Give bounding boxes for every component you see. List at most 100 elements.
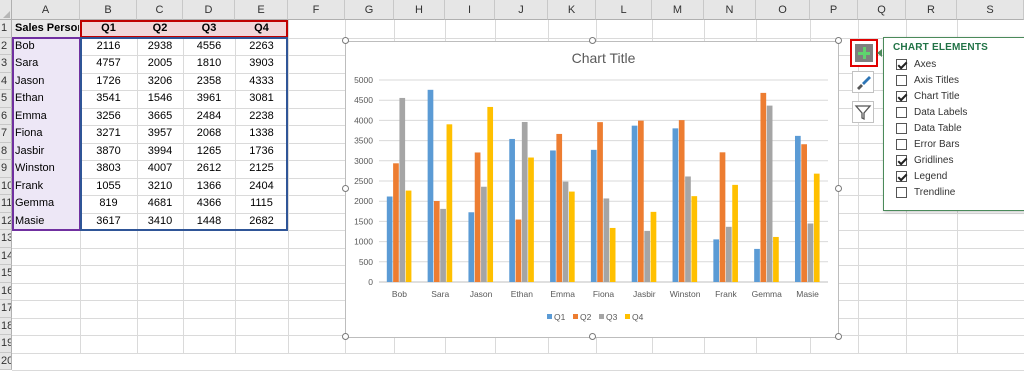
cell-sales-person[interactable]: Winston [13, 160, 79, 178]
cell-value[interactable]: 2068 [184, 125, 234, 143]
column-header-a[interactable]: A [12, 0, 80, 20]
cell-sales-person[interactable]: Emma [13, 108, 79, 126]
cell-value[interactable]: 1546 [138, 90, 182, 108]
cell-value[interactable]: 4007 [138, 160, 182, 178]
cell-value[interactable]: 3870 [81, 143, 136, 161]
column-header-e[interactable]: E [235, 0, 288, 20]
cell-sales-person[interactable]: Jason [13, 73, 79, 91]
cell-sales-person[interactable]: Jasbir [13, 143, 79, 161]
cell-value[interactable]: 3903 [236, 55, 287, 73]
header-q4[interactable]: Q4 [236, 20, 287, 38]
header-q1[interactable]: Q1 [81, 20, 136, 38]
cell-value[interactable]: 4366 [184, 195, 234, 213]
resize-handle[interactable] [835, 185, 842, 192]
resize-handle[interactable] [589, 37, 596, 44]
checkbox[interactable] [896, 75, 907, 86]
cell-value[interactable]: 3961 [184, 90, 234, 108]
cell-value[interactable]: 1265 [184, 143, 234, 161]
checkbox[interactable] [896, 187, 907, 198]
column-header-l[interactable]: L [596, 0, 652, 20]
row-header-7[interactable]: 7 [0, 125, 12, 143]
column-header-o[interactable]: O [756, 0, 810, 20]
cell-value[interactable]: 2116 [81, 38, 136, 56]
cell-value[interactable]: 2005 [138, 55, 182, 73]
cell-value[interactable]: 4681 [138, 195, 182, 213]
resize-handle[interactable] [835, 37, 842, 44]
column-header-d[interactable]: D [183, 0, 235, 20]
column-header-h[interactable]: H [394, 0, 445, 20]
column-header-i[interactable]: I [445, 0, 495, 20]
header-q3[interactable]: Q3 [184, 20, 234, 38]
header-sales-person[interactable]: Sales Person [13, 20, 79, 38]
row-header-12[interactable]: 12 [0, 212, 12, 230]
cell-value[interactable]: 3994 [138, 143, 182, 161]
checkbox[interactable] [896, 171, 907, 182]
resize-handle[interactable] [342, 185, 349, 192]
row-header-18[interactable]: 18 [0, 317, 12, 335]
cell-value[interactable]: 3803 [81, 160, 136, 178]
column-header-q[interactable]: Q [858, 0, 906, 20]
cell-sales-person[interactable]: Ethan [13, 90, 79, 108]
cell-value[interactable]: 3617 [81, 213, 136, 231]
cell-value[interactable]: 2125 [236, 160, 287, 178]
checkbox[interactable] [896, 139, 907, 150]
cell-value[interactable]: 2263 [236, 38, 287, 56]
cell-value[interactable]: 2404 [236, 178, 287, 196]
cell-value[interactable]: 3081 [236, 90, 287, 108]
resize-handle[interactable] [589, 333, 596, 340]
column-header-m[interactable]: M [652, 0, 704, 20]
resize-handle[interactable] [835, 333, 842, 340]
column-header-n[interactable]: N [704, 0, 756, 20]
cell-value[interactable]: 4757 [81, 55, 136, 73]
row-header-17[interactable]: 17 [0, 300, 12, 318]
cell-sales-person[interactable]: Sara [13, 55, 79, 73]
row-header-6[interactable]: 6 [0, 107, 12, 125]
row-header-20[interactable]: 20 [0, 352, 12, 370]
column-header-r[interactable]: R [906, 0, 957, 20]
resize-handle[interactable] [342, 37, 349, 44]
column-header-b[interactable]: B [80, 0, 137, 20]
row-header-1[interactable]: 1 [0, 20, 12, 38]
chart-styles-button[interactable] [852, 71, 874, 93]
header-q2[interactable]: Q2 [138, 20, 182, 38]
cell-value[interactable]: 4556 [184, 38, 234, 56]
cell-value[interactable]: 3410 [138, 213, 182, 231]
cell-value[interactable]: 2484 [184, 108, 234, 126]
column-header-g[interactable]: G [345, 0, 394, 20]
cell-value[interactable]: 3256 [81, 108, 136, 126]
row-header-8[interactable]: 8 [0, 142, 12, 160]
cell-value[interactable]: 819 [81, 195, 136, 213]
row-header-10[interactable]: 10 [0, 177, 12, 195]
cell-value[interactable]: 1736 [236, 143, 287, 161]
row-header-4[interactable]: 4 [0, 72, 12, 90]
cell-value[interactable]: 2938 [138, 38, 182, 56]
cell-value[interactable]: 1366 [184, 178, 234, 196]
chart-elements-button[interactable] [850, 39, 878, 67]
chart-filters-button[interactable] [852, 101, 874, 123]
checkbox[interactable] [896, 59, 907, 70]
cell-value[interactable]: 1115 [236, 195, 287, 213]
cell-value[interactable]: 2238 [236, 108, 287, 126]
row-header-15[interactable]: 15 [0, 265, 12, 283]
cell-value[interactable]: 2682 [236, 213, 287, 231]
row-header-3[interactable]: 3 [0, 55, 12, 73]
cell-value[interactable]: 3541 [81, 90, 136, 108]
column-header-p[interactable]: P [810, 0, 858, 20]
column-header-k[interactable]: K [548, 0, 596, 20]
row-header-19[interactable]: 19 [0, 335, 12, 353]
checkbox[interactable] [896, 123, 907, 134]
cell-value[interactable]: 1448 [184, 213, 234, 231]
cell-value[interactable]: 3271 [81, 125, 136, 143]
checkbox[interactable] [896, 155, 907, 166]
cell-value[interactable]: 3210 [138, 178, 182, 196]
row-header-16[interactable]: 16 [0, 282, 12, 300]
cell-value[interactable]: 2612 [184, 160, 234, 178]
chart-area[interactable]: Chart Title 0 500 1000 1500 2000 2500 3000 3500 4… [345, 41, 839, 338]
select-all-corner[interactable] [0, 0, 12, 20]
cell-value[interactable]: 1338 [236, 125, 287, 143]
cell-value[interactable]: 3957 [138, 125, 182, 143]
column-header-c[interactable]: C [137, 0, 183, 20]
cell-value[interactable]: 4333 [236, 73, 287, 91]
cell-value[interactable]: 3206 [138, 73, 182, 91]
cell-value[interactable]: 2358 [184, 73, 234, 91]
